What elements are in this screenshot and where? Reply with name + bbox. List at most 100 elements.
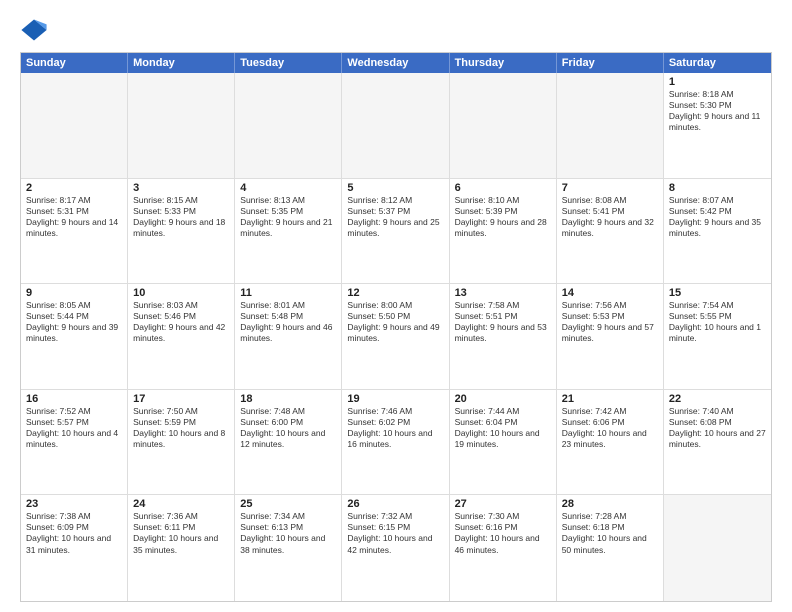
day-number: 6 [455,182,551,194]
day-number: 8 [669,182,766,194]
calendar-week-1: 2Sunrise: 8:17 AM Sunset: 5:31 PM Daylig… [21,179,771,285]
day-info: Sunrise: 7:30 AM Sunset: 6:16 PM Dayligh… [455,511,551,555]
calendar-cell: 25Sunrise: 7:34 AM Sunset: 6:13 PM Dayli… [235,495,342,601]
header-day-friday: Friday [557,53,664,73]
day-number: 25 [240,498,336,510]
day-info: Sunrise: 8:15 AM Sunset: 5:33 PM Dayligh… [133,195,229,239]
header-day-tuesday: Tuesday [235,53,342,73]
calendar-body: 1Sunrise: 8:18 AM Sunset: 5:30 PM Daylig… [21,73,771,601]
day-info: Sunrise: 7:54 AM Sunset: 5:55 PM Dayligh… [669,300,766,344]
calendar-cell: 14Sunrise: 7:56 AM Sunset: 5:53 PM Dayli… [557,284,664,389]
day-number: 22 [669,393,766,405]
calendar-cell: 21Sunrise: 7:42 AM Sunset: 6:06 PM Dayli… [557,390,664,495]
calendar-cell [128,73,235,178]
day-number: 20 [455,393,551,405]
day-info: Sunrise: 7:44 AM Sunset: 6:04 PM Dayligh… [455,406,551,450]
day-number: 21 [562,393,658,405]
calendar-week-2: 9Sunrise: 8:05 AM Sunset: 5:44 PM Daylig… [21,284,771,390]
day-number: 26 [347,498,443,510]
calendar-cell: 16Sunrise: 7:52 AM Sunset: 5:57 PM Dayli… [21,390,128,495]
day-number: 24 [133,498,229,510]
day-number: 2 [26,182,122,194]
calendar-cell: 1Sunrise: 8:18 AM Sunset: 5:30 PM Daylig… [664,73,771,178]
calendar-week-0: 1Sunrise: 8:18 AM Sunset: 5:30 PM Daylig… [21,73,771,179]
day-number: 3 [133,182,229,194]
calendar-cell: 27Sunrise: 7:30 AM Sunset: 6:16 PM Dayli… [450,495,557,601]
day-info: Sunrise: 8:00 AM Sunset: 5:50 PM Dayligh… [347,300,443,344]
calendar-cell: 9Sunrise: 8:05 AM Sunset: 5:44 PM Daylig… [21,284,128,389]
day-info: Sunrise: 7:36 AM Sunset: 6:11 PM Dayligh… [133,511,229,555]
day-number: 9 [26,287,122,299]
calendar-cell: 6Sunrise: 8:10 AM Sunset: 5:39 PM Daylig… [450,179,557,284]
day-info: Sunrise: 7:46 AM Sunset: 6:02 PM Dayligh… [347,406,443,450]
calendar-cell: 23Sunrise: 7:38 AM Sunset: 6:09 PM Dayli… [21,495,128,601]
calendar-cell: 17Sunrise: 7:50 AM Sunset: 5:59 PM Dayli… [128,390,235,495]
day-info: Sunrise: 7:40 AM Sunset: 6:08 PM Dayligh… [669,406,766,450]
day-number: 7 [562,182,658,194]
day-number: 23 [26,498,122,510]
day-number: 17 [133,393,229,405]
logo-icon [20,16,48,44]
day-info: Sunrise: 7:38 AM Sunset: 6:09 PM Dayligh… [26,511,122,555]
calendar-cell: 24Sunrise: 7:36 AM Sunset: 6:11 PM Dayli… [128,495,235,601]
day-info: Sunrise: 8:18 AM Sunset: 5:30 PM Dayligh… [669,89,766,133]
calendar-cell [557,73,664,178]
day-info: Sunrise: 8:17 AM Sunset: 5:31 PM Dayligh… [26,195,122,239]
day-info: Sunrise: 8:08 AM Sunset: 5:41 PM Dayligh… [562,195,658,239]
day-number: 16 [26,393,122,405]
header-day-wednesday: Wednesday [342,53,449,73]
day-info: Sunrise: 8:10 AM Sunset: 5:39 PM Dayligh… [455,195,551,239]
day-info: Sunrise: 7:28 AM Sunset: 6:18 PM Dayligh… [562,511,658,555]
calendar-cell: 11Sunrise: 8:01 AM Sunset: 5:48 PM Dayli… [235,284,342,389]
day-info: Sunrise: 7:50 AM Sunset: 5:59 PM Dayligh… [133,406,229,450]
day-number: 5 [347,182,443,194]
header [20,16,772,44]
day-info: Sunrise: 8:13 AM Sunset: 5:35 PM Dayligh… [240,195,336,239]
header-day-thursday: Thursday [450,53,557,73]
day-info: Sunrise: 7:48 AM Sunset: 6:00 PM Dayligh… [240,406,336,450]
calendar-cell: 4Sunrise: 8:13 AM Sunset: 5:35 PM Daylig… [235,179,342,284]
day-info: Sunrise: 8:03 AM Sunset: 5:46 PM Dayligh… [133,300,229,344]
page: SundayMondayTuesdayWednesdayThursdayFrid… [0,0,792,612]
calendar-cell: 10Sunrise: 8:03 AM Sunset: 5:46 PM Dayli… [128,284,235,389]
calendar-header: SundayMondayTuesdayWednesdayThursdayFrid… [21,53,771,73]
day-info: Sunrise: 7:56 AM Sunset: 5:53 PM Dayligh… [562,300,658,344]
logo [20,16,52,44]
day-info: Sunrise: 7:34 AM Sunset: 6:13 PM Dayligh… [240,511,336,555]
calendar-cell [342,73,449,178]
calendar-cell [450,73,557,178]
calendar-week-3: 16Sunrise: 7:52 AM Sunset: 5:57 PM Dayli… [21,390,771,496]
calendar-cell: 26Sunrise: 7:32 AM Sunset: 6:15 PM Dayli… [342,495,449,601]
day-info: Sunrise: 8:12 AM Sunset: 5:37 PM Dayligh… [347,195,443,239]
calendar-cell: 19Sunrise: 7:46 AM Sunset: 6:02 PM Dayli… [342,390,449,495]
day-info: Sunrise: 7:52 AM Sunset: 5:57 PM Dayligh… [26,406,122,450]
calendar-cell: 2Sunrise: 8:17 AM Sunset: 5:31 PM Daylig… [21,179,128,284]
day-info: Sunrise: 8:07 AM Sunset: 5:42 PM Dayligh… [669,195,766,239]
day-number: 28 [562,498,658,510]
day-info: Sunrise: 7:42 AM Sunset: 6:06 PM Dayligh… [562,406,658,450]
calendar-cell: 15Sunrise: 7:54 AM Sunset: 5:55 PM Dayli… [664,284,771,389]
calendar-week-4: 23Sunrise: 7:38 AM Sunset: 6:09 PM Dayli… [21,495,771,601]
calendar-cell: 28Sunrise: 7:28 AM Sunset: 6:18 PM Dayli… [557,495,664,601]
calendar-cell: 18Sunrise: 7:48 AM Sunset: 6:00 PM Dayli… [235,390,342,495]
day-number: 27 [455,498,551,510]
day-number: 18 [240,393,336,405]
day-number: 4 [240,182,336,194]
day-info: Sunrise: 7:32 AM Sunset: 6:15 PM Dayligh… [347,511,443,555]
day-info: Sunrise: 8:05 AM Sunset: 5:44 PM Dayligh… [26,300,122,344]
calendar-cell: 20Sunrise: 7:44 AM Sunset: 6:04 PM Dayli… [450,390,557,495]
header-day-sunday: Sunday [21,53,128,73]
day-info: Sunrise: 8:01 AM Sunset: 5:48 PM Dayligh… [240,300,336,344]
calendar-cell: 13Sunrise: 7:58 AM Sunset: 5:51 PM Dayli… [450,284,557,389]
day-number: 11 [240,287,336,299]
day-number: 14 [562,287,658,299]
calendar-cell [235,73,342,178]
calendar-cell [664,495,771,601]
day-number: 1 [669,76,766,88]
calendar-cell: 8Sunrise: 8:07 AM Sunset: 5:42 PM Daylig… [664,179,771,284]
calendar-cell: 22Sunrise: 7:40 AM Sunset: 6:08 PM Dayli… [664,390,771,495]
calendar: SundayMondayTuesdayWednesdayThursdayFrid… [20,52,772,602]
day-number: 13 [455,287,551,299]
day-number: 10 [133,287,229,299]
day-number: 12 [347,287,443,299]
